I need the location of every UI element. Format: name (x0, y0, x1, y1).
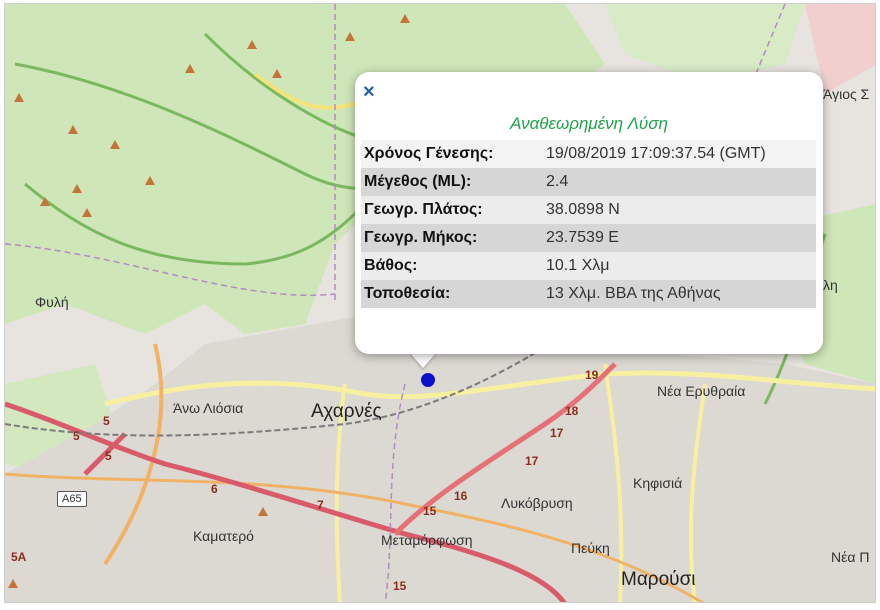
earthquake-info-table: Χρόνος Γένεσης: 19/08/2019 17:09:37.54 (… (361, 140, 816, 308)
place-label-agios-stefanos: Άγιος Σ (823, 86, 870, 102)
road-shield-a65: A65 (57, 491, 87, 507)
road-number: 17 (525, 454, 539, 468)
place-label-kifisia: Κηφισιά (633, 475, 683, 491)
row-label: Χρόνος Γένεσης: (364, 145, 494, 162)
row-value: 23.7539 E (546, 229, 619, 246)
road-number: 17 (550, 426, 564, 440)
road-number: 19 (585, 368, 599, 382)
road-number: 7 (317, 498, 324, 512)
row-value: 10.1 Χλμ (546, 257, 610, 274)
road-number: 6 (211, 482, 218, 496)
place-label-nea-p: Νέα Π (831, 549, 870, 565)
road-number: 5 (103, 414, 110, 428)
table-row: Χρόνος Γένεσης: 19/08/2019 17:09:37.54 (… (361, 140, 816, 168)
table-row: Γεωγρ. Πλάτος: 38.0898 N (361, 196, 816, 224)
row-value: 38.0898 N (546, 201, 620, 218)
place-label-ano-liosia: Άνω Λιόσια (173, 400, 244, 416)
table-row: Βάθος: 10.1 Χλμ (361, 252, 816, 280)
earthquake-popup: × Αναθεωρημένη Λύση Χρόνος Γένεσης: 19/0… (355, 72, 823, 354)
place-label-marousi: Μαρούσι (621, 569, 696, 590)
popup-tip (409, 352, 437, 368)
map-view[interactable]: Φυλή Άνω Λιόσια Αχαρνές Νέα Ερυθραία Κηφ… (4, 3, 876, 603)
row-label: Τοποθεσία: (364, 285, 451, 302)
road-number: 5 (105, 449, 112, 463)
table-row: Μέγεθος (ML): 2.4 (361, 168, 816, 196)
row-label: Γεωγρ. Μήκος: (364, 229, 478, 246)
popup-title: Αναθεωρημένη Λύση (510, 114, 668, 133)
place-label-lh: λη (823, 277, 838, 293)
earthquake-marker[interactable] (421, 373, 435, 387)
road-number: 16 (454, 489, 468, 503)
row-value: 13 Χλμ. ΒΒΑ της Αθήνας (546, 285, 721, 302)
close-icon[interactable]: × (363, 82, 375, 102)
place-label-acharnes: Αχαρνές (311, 401, 382, 422)
place-label-metamorfosi: Μεταμόρφωση (381, 532, 473, 548)
row-value: 19/08/2019 17:09:37.54 (GMT) (546, 145, 766, 162)
road-number: 15 (393, 579, 407, 593)
place-label-kamatero: Καματερό (193, 528, 254, 544)
road-number: 5 (73, 429, 80, 443)
place-label-lykovrysi: Λυκόβρυση (501, 495, 573, 511)
row-label: Μέγεθος (ML): (364, 173, 472, 190)
road-number: 5A (11, 550, 27, 564)
place-label-fyli: Φυλή (35, 294, 69, 310)
table-row: Γεωγρ. Μήκος: 23.7539 E (361, 224, 816, 252)
road-number: 15 (423, 504, 437, 518)
road-number: 18 (565, 404, 579, 418)
row-label: Βάθος: (364, 257, 418, 274)
place-label-nea-erythraia: Νέα Ερυθραία (657, 383, 746, 399)
table-row: Τοποθεσία: 13 Χλμ. ΒΒΑ της Αθήνας (361, 280, 816, 308)
row-label: Γεωγρ. Πλάτος: (364, 201, 483, 218)
row-value: 2.4 (546, 173, 569, 190)
place-label-pefki: Πεύκη (571, 540, 610, 556)
